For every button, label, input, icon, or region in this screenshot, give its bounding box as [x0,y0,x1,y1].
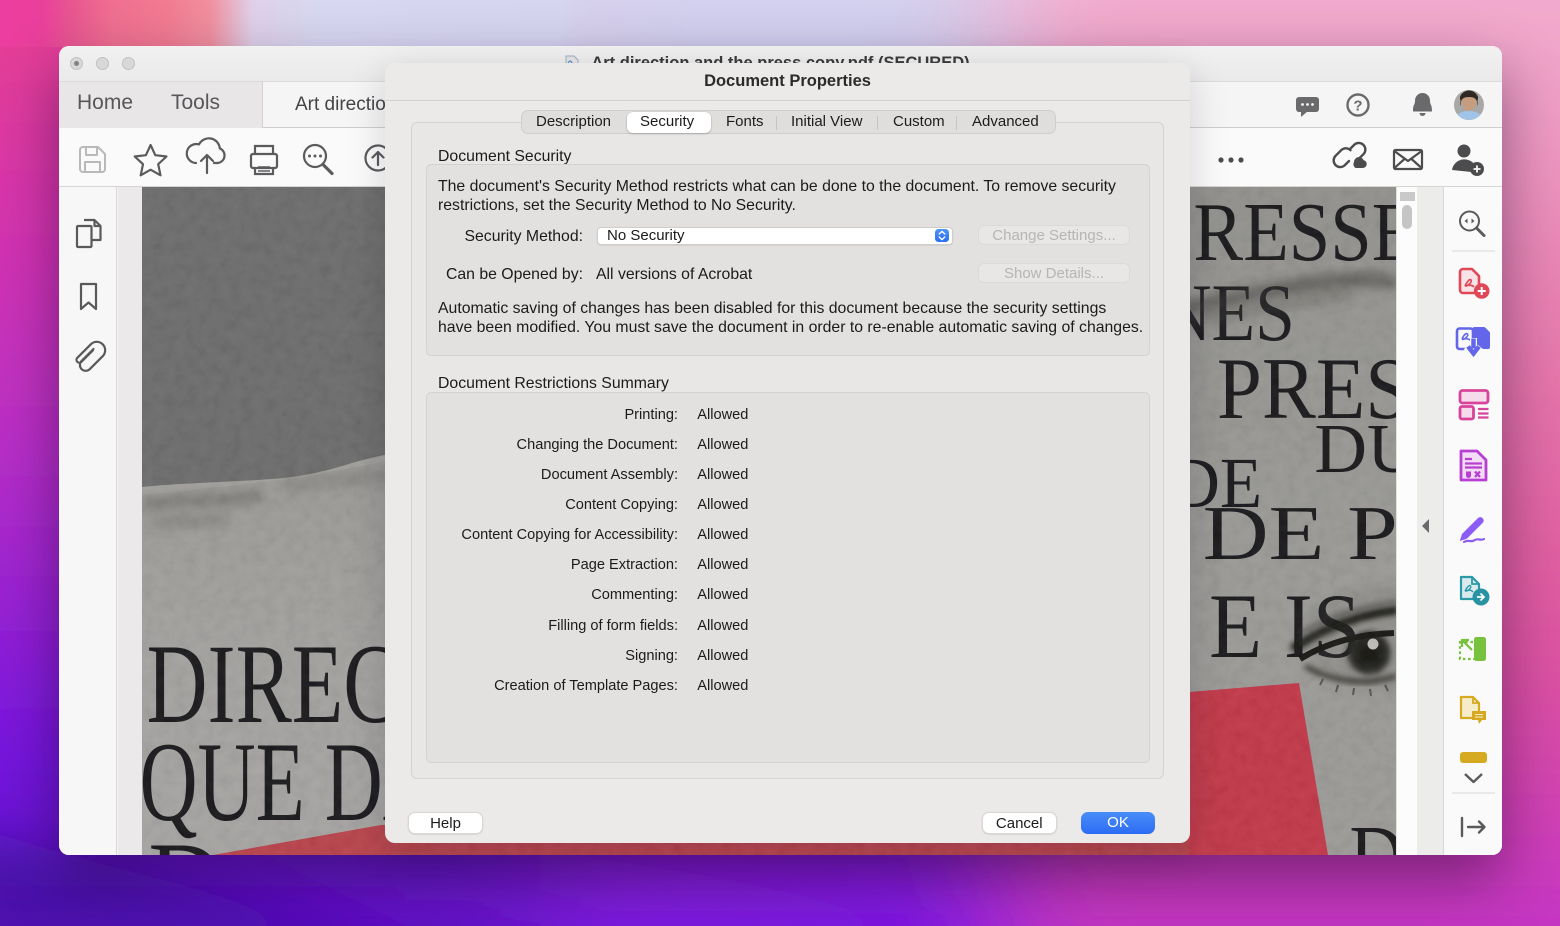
svg-text:?: ? [1353,98,1362,115]
